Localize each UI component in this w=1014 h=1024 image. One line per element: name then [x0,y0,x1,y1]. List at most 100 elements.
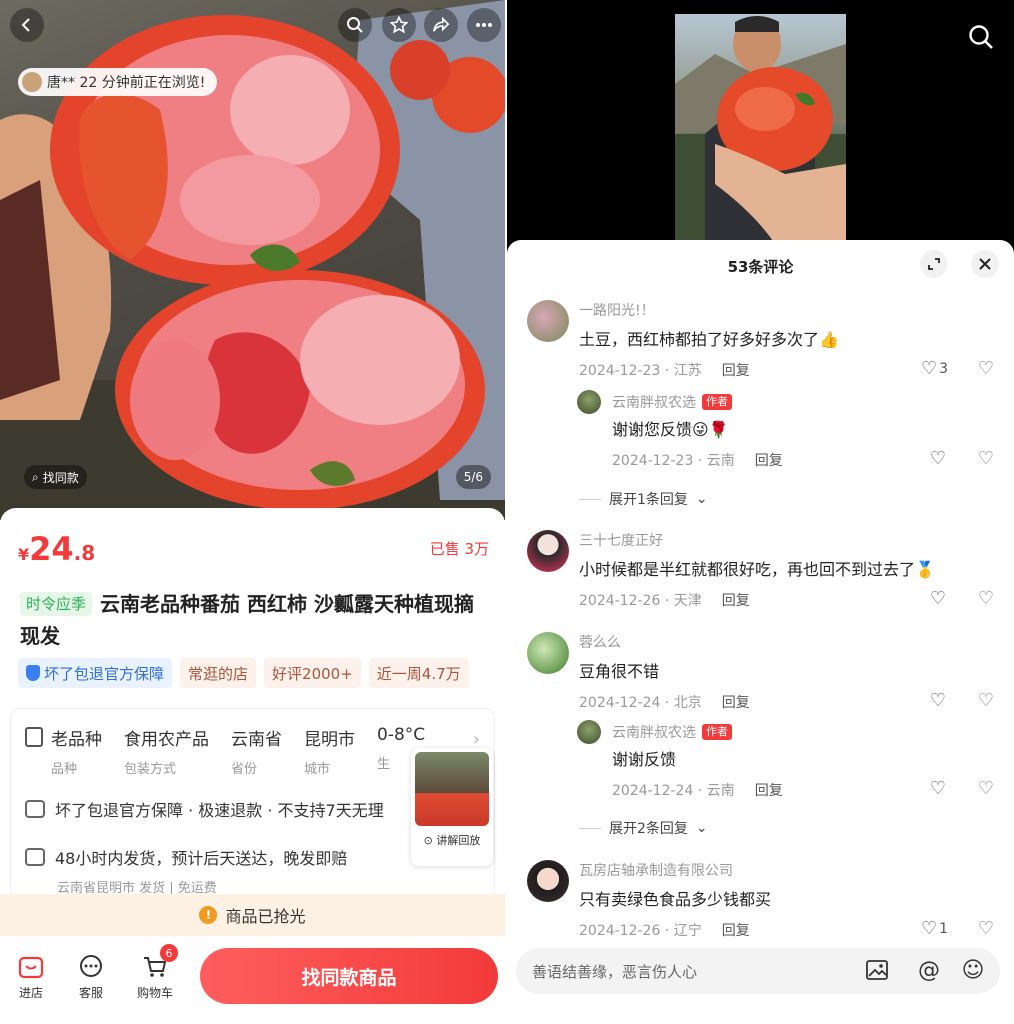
shipping-row[interactable]: 48小时内发货，预计后天送达，晚发即赔 [25,845,347,869]
video-search-button[interactable] [968,24,994,54]
shield-icon [26,665,40,681]
cart-badge: 6 [160,944,178,962]
dislike-button[interactable]: ♡ [978,918,994,939]
comment-author[interactable]: 云南胖叔农选 作者 [612,722,732,742]
reply-button[interactable]: 回复 [722,590,750,610]
comment-text: 豆角很不错 [579,662,660,681]
spec-city: 昆明市 城市 [304,725,355,777]
comment-author[interactable]: 瓦房店轴承制造有限公司 [579,860,733,880]
store-button[interactable]: 进店 [6,954,56,1001]
like-button[interactable]: ♡ [930,778,948,799]
spec-value: 昆明市 [304,730,355,750]
comment-text: 只有卖绿色食品多少钱都买 [579,890,772,909]
product-page: 唐** 22 分钟前正在浏览! ⌕ 找同款 5/6 ¥ 24 .8 已售 3万 … [0,0,505,1024]
avatar[interactable] [527,530,569,572]
tag-good-reviews[interactable]: 好评2000+ [264,658,361,688]
avatar[interactable] [527,860,569,902]
reply-button[interactable]: 回复 [722,920,750,940]
tag-guarantee[interactable]: 坏了包退官方保障 [18,658,173,688]
dislike-button[interactable]: ♡ [978,690,994,711]
store-icon [18,956,44,979]
price-currency: ¥ [18,545,30,564]
dislike-button[interactable]: ♡ [978,778,994,799]
reply-button[interactable]: 回复 [755,450,783,470]
comment-author[interactable]: 云南胖叔农选 作者 [612,392,732,412]
comment-text: 谢谢反馈 [612,750,677,769]
live-replay-card[interactable]: ⊙ 讲解回放 [411,748,493,866]
price: ¥ 24 .8 [18,530,95,568]
expand-sheet-button[interactable] [920,250,948,278]
truck-icon [25,848,45,866]
favorite-button[interactable] [382,8,416,42]
shipping-text: 48小时内发货，预计后天送达，晚发即赔 [55,849,348,868]
like-button[interactable]: ♡ [930,448,948,469]
share-button[interactable] [424,8,458,42]
like-button[interactable]: ♡ 1 [921,918,948,939]
broken-heart-icon: ♡ [977,690,994,711]
spec-variety: 老品种 品种 [25,725,102,777]
back-button[interactable] [10,8,44,42]
broken-heart-icon: ♡ [977,588,994,609]
close-icon [979,258,991,270]
spec-key: 城市 [304,762,331,777]
expand-replies-button[interactable]: 展开2条回复 ⌄ [579,818,708,838]
comment-author[interactable]: 三十七度正好 [579,530,663,550]
search-icon [969,25,993,49]
comment-author[interactable]: 一路阳光!！ [579,300,655,320]
like-button[interactable]: ♡ [930,690,948,711]
spec-value: 老品种 [51,730,102,750]
chevron-down-icon: ⌄ [695,491,708,507]
spec-value: 0-8°C [377,725,426,745]
comment-input[interactable]: 善语结善缘，恶言伤人心 @ ☺ [516,948,1000,994]
tag-frequent-store[interactable]: 常逛的店 [180,658,257,688]
spec-key: 省份 [231,762,258,777]
comment-author[interactable]: 蓉么么 [579,632,621,652]
chevron-right-icon[interactable]: › [473,729,480,750]
comment-text: 谢谢您反馈😜🌹 [612,420,729,439]
reply-button[interactable]: 回复 [722,360,750,380]
heart-icon: ♡ [920,358,938,379]
dislike-button[interactable]: ♡ [978,448,994,469]
customer-service-button[interactable]: 客服 [66,954,116,1001]
expand-replies-label: 展开2条回复 [609,821,688,837]
reply-button[interactable]: 回复 [755,780,783,800]
mention-icon[interactable]: @ [916,958,942,984]
product-image[interactable]: 唐** 22 分钟前正在浏览! ⌕ 找同款 5/6 [0,0,505,520]
expand-replies-label: 展开1条回复 [609,492,688,508]
avatar[interactable] [527,300,569,342]
avatar[interactable] [577,390,601,414]
spec-packaging: 食用农产品 包装方式 [124,725,209,777]
star-icon [390,16,408,34]
comment-meta: 2024-12-23 · 江苏 回复 [579,360,750,380]
dislike-button[interactable]: ♡ [978,588,994,609]
comment-date: 2024-12-23 · 云南 [612,453,735,469]
like-button[interactable]: ♡ [930,588,948,609]
like-button[interactable]: ♡ 3 [921,358,948,379]
comment-date: 2024-12-24 · 北京 [579,695,702,711]
avatar[interactable] [577,720,601,744]
chevron-down-icon: ⌄ [695,820,708,836]
service-guarantee-row[interactable]: 坏了包退官方保障 · 极速退款 · 不支持7天无理 [25,797,384,821]
expand-replies-button[interactable]: 展开1条回复 ⌄ [579,489,708,509]
cart-button[interactable]: 6 购物车 [130,944,180,1001]
cart-icon-wrap: 6 [142,944,178,980]
image-icon[interactable] [864,958,890,984]
comment-date: 2024-12-23 · 江苏 [579,363,702,379]
avatar[interactable] [527,632,569,674]
like-count: 3 [939,360,948,377]
store-label: 进店 [18,986,43,1000]
close-sheet-button[interactable] [971,250,999,278]
search-icon [347,17,363,33]
video-player[interactable] [675,14,846,244]
reply-button[interactable]: 回复 [722,692,750,712]
camera-search-icon: ⌕ [32,469,39,484]
find-same-product-button[interactable]: 找同款商品 [200,948,498,1004]
tag-weekly-sales[interactable]: 近一周4.7万 [368,658,469,688]
more-button[interactable] [467,8,501,42]
customer-service-label: 客服 [78,986,103,1000]
spec-value: 食用农产品 [124,730,209,750]
emoji-icon[interactable]: ☺ [960,958,986,984]
dislike-button[interactable]: ♡ [978,358,994,379]
find-same-small-button[interactable]: ⌕ 找同款 [24,465,87,489]
search-button[interactable] [338,8,372,42]
